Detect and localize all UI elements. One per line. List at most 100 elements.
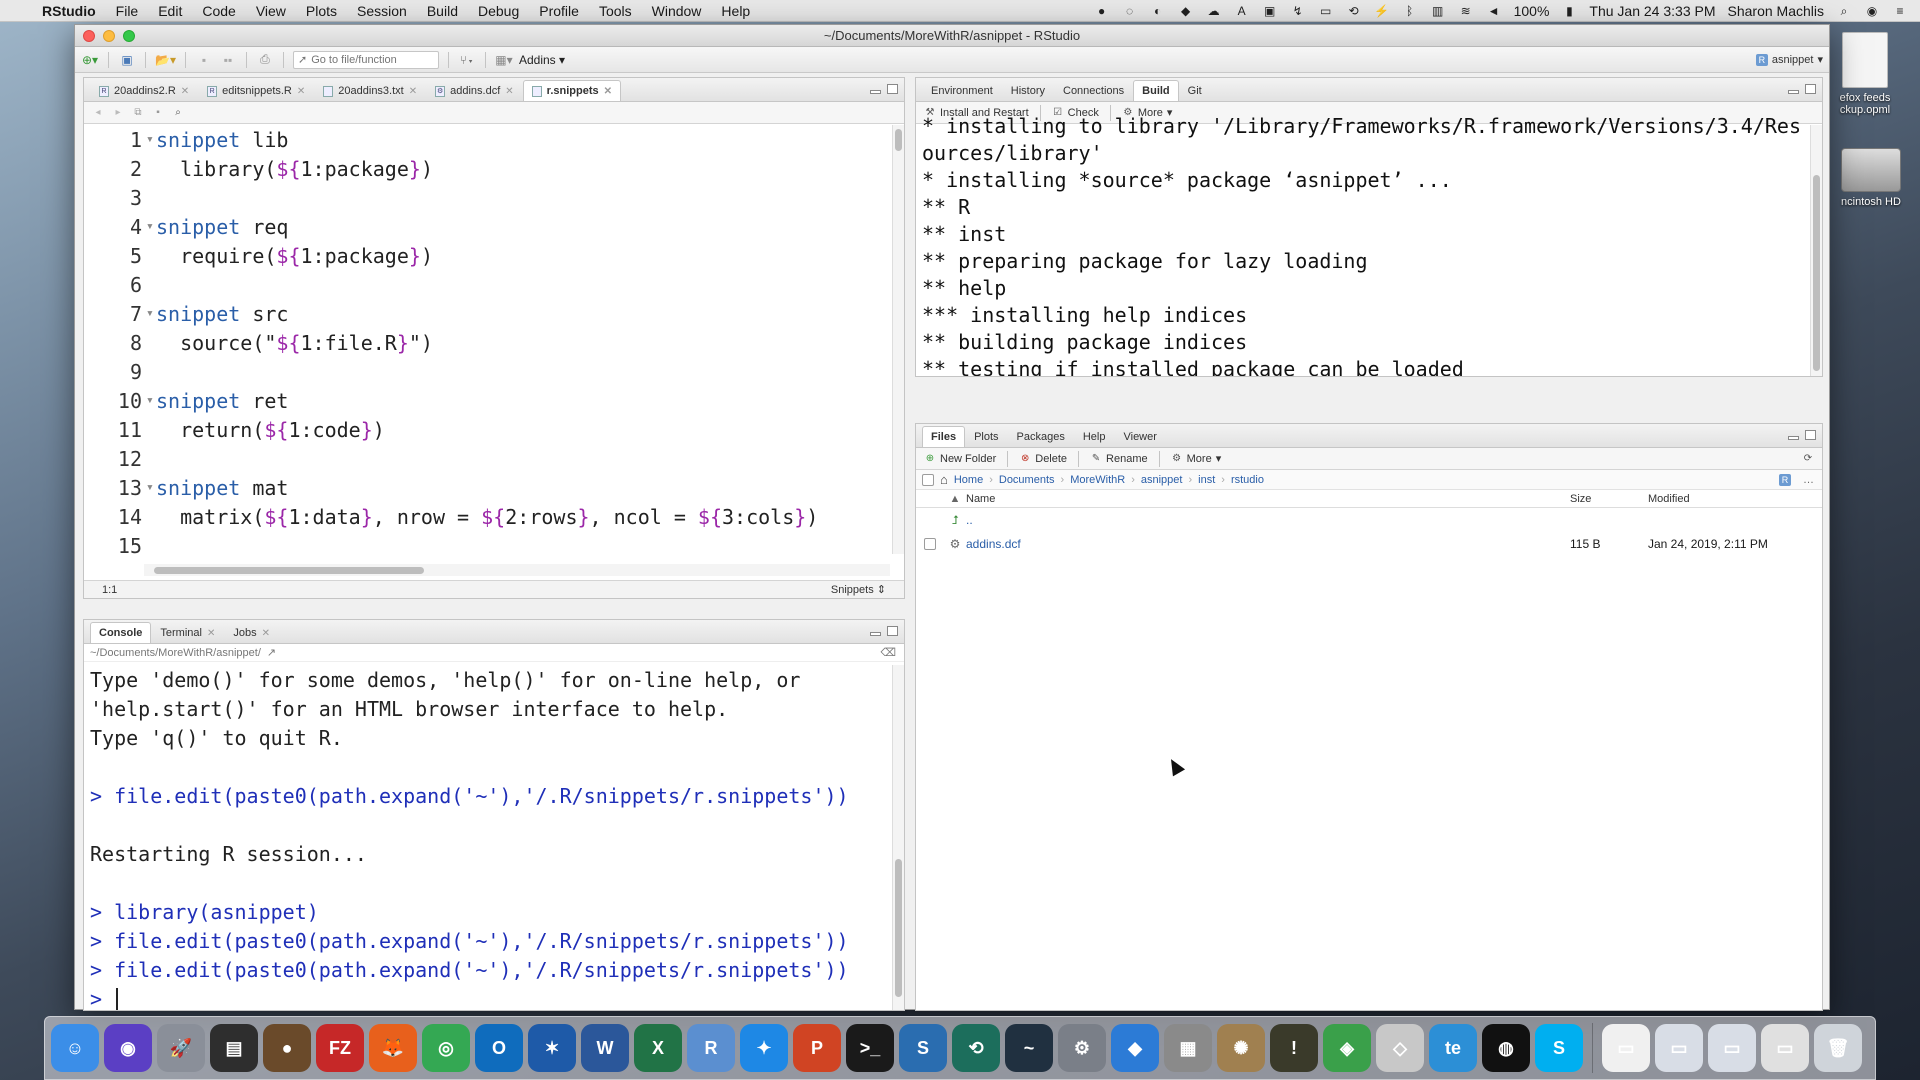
- tab-help[interactable]: Help: [1074, 426, 1115, 447]
- app-icon[interactable]: ✶: [528, 1024, 576, 1072]
- wifi-icon[interactable]: ≋: [1458, 4, 1474, 18]
- menu-session[interactable]: Session: [347, 3, 417, 19]
- close-tab-icon[interactable]: ✕: [409, 86, 417, 97]
- user-name[interactable]: Sharon Machlis: [1728, 3, 1825, 19]
- close-tab-icon[interactable]: ✕: [505, 86, 513, 97]
- code-line[interactable]: 13 ▾ snippet mat: [84, 473, 890, 502]
- menu-window[interactable]: Window: [642, 3, 712, 19]
- new-file-icon[interactable]: ⊕▾: [81, 51, 99, 69]
- breadcrumb-asnippet[interactable]: asnippet: [1141, 474, 1183, 486]
- source-tab[interactable]: 20addins3.txt ✕: [314, 80, 426, 101]
- minimize-pane-icon[interactable]: [870, 632, 881, 636]
- maximize-pane-icon[interactable]: [887, 626, 898, 636]
- safari-icon[interactable]: ✦: [740, 1024, 788, 1072]
- tab-environment[interactable]: Environment: [922, 80, 1002, 101]
- powerpoint-icon[interactable]: P: [793, 1024, 841, 1072]
- app-icon[interactable]: ✺: [1217, 1024, 1265, 1072]
- close-tab-icon[interactable]: ✕: [207, 628, 215, 639]
- app-icon[interactable]: ◍: [1482, 1024, 1530, 1072]
- cloud-icon[interactable]: ☁: [1206, 4, 1222, 18]
- app-icon[interactable]: ◆: [1111, 1024, 1159, 1072]
- code-line[interactable]: 14 matrix(${1:data}, nrow = ${2:rows}, n…: [84, 502, 890, 531]
- code-line[interactable]: 5 require(${1:package}): [84, 241, 890, 270]
- app-icon[interactable]: A: [1234, 4, 1250, 18]
- console-prompt-line[interactable]: >: [90, 984, 888, 1010]
- airplay-icon[interactable]: ▭: [1318, 4, 1334, 18]
- screenshot-icon[interactable]: ▭: [1761, 1024, 1809, 1072]
- go-to-directory-icon[interactable]: ↗: [267, 646, 276, 659]
- app-icon[interactable]: ↯: [1290, 4, 1306, 18]
- fold-arrow-icon[interactable]: ▾: [146, 480, 156, 495]
- tab-history[interactable]: History: [1002, 80, 1054, 101]
- outlook-icon[interactable]: O: [475, 1024, 523, 1072]
- menu-help[interactable]: Help: [711, 3, 760, 19]
- word-icon[interactable]: W: [581, 1024, 629, 1072]
- column-size[interactable]: Size: [1570, 493, 1648, 505]
- scrollbar-thumb[interactable]: [154, 567, 424, 574]
- notification-center-icon[interactable]: ≡: [1892, 4, 1908, 18]
- maximize-pane-icon[interactable]: [1805, 84, 1816, 94]
- breadcrumb-morewithr[interactable]: MoreWithR: [1070, 474, 1125, 486]
- file-type-selector[interactable]: Snippets ⇕: [831, 583, 886, 596]
- minimize-window-button[interactable]: [103, 29, 115, 42]
- menu-plots[interactable]: Plots: [296, 3, 347, 19]
- refresh-icon[interactable]: ⟳: [1802, 453, 1814, 465]
- menu-build[interactable]: Build: [417, 3, 468, 19]
- show-in-window-icon[interactable]: ⧉: [132, 107, 144, 119]
- code-line[interactable]: 2 library(${1:package}): [84, 154, 890, 183]
- code-editor[interactable]: 1 ▾ snippet lib 2 library(${1:package}) 3 4 ▾ s…: [84, 125, 890, 555]
- table-row[interactable]: ⚙ addins.dcf 115 B Jan 24, 2019, 2:11 PM: [916, 532, 1822, 556]
- close-tab-icon[interactable]: ✕: [604, 86, 612, 97]
- trash-icon[interactable]: 🗑: [1814, 1024, 1862, 1072]
- terminal-icon[interactable]: >_: [846, 1024, 894, 1072]
- document-icon[interactable]: ▭: [1602, 1024, 1650, 1072]
- scrollbar-thumb[interactable]: [895, 129, 902, 151]
- app-icon[interactable]: ▣: [1262, 4, 1278, 18]
- desktop-disk[interactable]: ncintosh HD: [1826, 148, 1916, 208]
- code-line[interactable]: 8 source(" ${1:file.R} "): [84, 328, 890, 357]
- search-icon[interactable]: ⌕: [172, 107, 184, 119]
- build-vertical-scrollbar[interactable]: [1810, 125, 1822, 376]
- activity-monitor-icon[interactable]: ▤: [210, 1024, 258, 1072]
- more-menu-button[interactable]: ⚙ More ▾: [1171, 452, 1221, 466]
- goto-file-function[interactable]: ➚: [292, 50, 439, 69]
- editor-vertical-scrollbar[interactable]: [892, 125, 904, 554]
- fold-arrow-icon[interactable]: ▾: [146, 306, 156, 321]
- app-icon[interactable]: ◇: [1376, 1024, 1424, 1072]
- folder-icon[interactable]: ▭: [1655, 1024, 1703, 1072]
- volume-icon[interactable]: ◄: [1486, 4, 1502, 18]
- menu-code[interactable]: Code: [192, 3, 245, 19]
- tab-jobs[interactable]: Jobs ✕: [224, 622, 279, 643]
- save-icon[interactable]: ▪: [152, 107, 164, 119]
- vcs-icon[interactable]: ⑂▾: [458, 51, 476, 69]
- minimize-pane-icon[interactable]: [1788, 436, 1799, 440]
- calculator-icon[interactable]: ▦: [1164, 1024, 1212, 1072]
- go-to-project-icon[interactable]: R: [1779, 473, 1791, 486]
- app-icon[interactable]: S: [899, 1024, 947, 1072]
- save-icon[interactable]: ▪: [195, 51, 213, 69]
- siri-icon[interactable]: ◉: [104, 1024, 152, 1072]
- maximize-pane-icon[interactable]: [1805, 430, 1816, 440]
- fold-arrow-icon[interactable]: ▾: [146, 393, 156, 408]
- chrome-icon[interactable]: ◎: [422, 1024, 470, 1072]
- tab-terminal[interactable]: Terminal ✕: [151, 622, 224, 643]
- skype-icon[interactable]: S: [1535, 1024, 1583, 1072]
- app-icon[interactable]: ●: [1094, 4, 1110, 18]
- app-icon[interactable]: ◐: [1150, 4, 1166, 18]
- save-all-icon[interactable]: ▪▪: [219, 51, 237, 69]
- scrollbar-thumb[interactable]: [895, 859, 902, 997]
- tab-git[interactable]: Git: [1179, 80, 1211, 101]
- new-folder-button[interactable]: ⊕ New Folder: [924, 453, 996, 465]
- tab-viewer[interactable]: Viewer: [1114, 426, 1165, 447]
- close-tab-icon[interactable]: ✕: [262, 628, 270, 639]
- menu-tools[interactable]: Tools: [589, 3, 642, 19]
- more-options-icon[interactable]: …: [1803, 474, 1814, 486]
- excel-icon[interactable]: X: [634, 1024, 682, 1072]
- time-machine-icon[interactable]: ⟲: [1346, 4, 1362, 18]
- tab-files[interactable]: Files: [922, 426, 966, 447]
- code-line[interactable]: 10 ▾ snippet ret: [84, 386, 890, 415]
- pane-layout-icon[interactable]: ▦▾: [495, 51, 513, 69]
- rstudio-icon[interactable]: R: [687, 1024, 735, 1072]
- battery-icon[interactable]: ▮: [1561, 4, 1577, 18]
- tab-console[interactable]: Console: [90, 622, 152, 643]
